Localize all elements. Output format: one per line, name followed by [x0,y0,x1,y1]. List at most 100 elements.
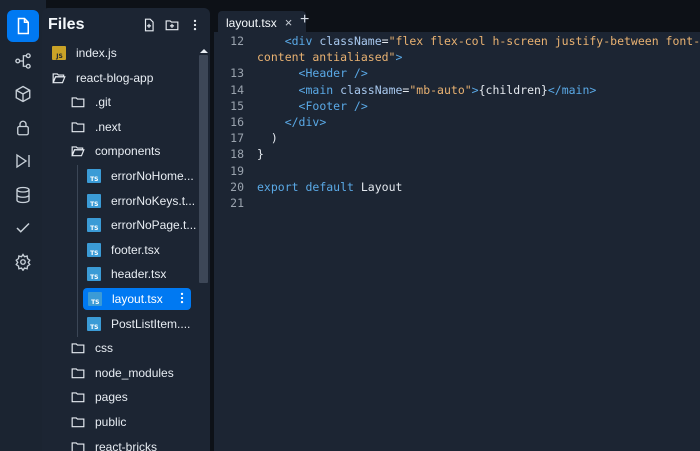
ts-file-icon: TS [87,218,101,233]
tree-indent-guide [77,165,78,338]
file-tree-item-label: css [95,341,113,356]
svg-text:TS: TS [90,274,98,281]
item-more-options-icon[interactable] [175,291,189,308]
code-line[interactable]: export default Layout [257,180,402,194]
ts-file-icon: TS [87,267,101,282]
code-token: {children} [478,82,548,97]
folder-icon [71,390,85,404]
line-number: 20 [230,179,244,194]
package-cube-icon[interactable] [7,78,39,110]
files-icon[interactable] [7,10,39,42]
git-branch-icon[interactable] [7,45,39,77]
folder-icon [71,440,85,451]
file-tree-item-label: index.js [76,46,117,60]
svg-text:TS: TS [90,176,98,183]
file-tree-item-label: node_modules [95,365,174,380]
close-tab-icon[interactable]: × [285,15,293,30]
new-file-icon[interactable] [141,17,157,33]
database-icon[interactable] [7,179,39,211]
file-tree-item[interactable]: TS errorNoPage.t... [42,214,204,236]
file-tree-item[interactable]: TS errorNoKeys.t... [42,190,204,212]
svg-text:TS: TS [90,225,98,232]
file-tree-item[interactable]: public [42,411,204,433]
file-tree-item-label: public [95,415,127,429]
files-scrollbar-thumb[interactable] [199,55,208,283]
activity-bar [0,0,46,451]
code-token: <div [284,34,313,48]
svg-text:TS: TS [90,250,98,257]
tab-layout-tsx[interactable]: layout.tsx × [218,11,306,34]
file-tree-item[interactable]: css [42,337,204,359]
folder-open-icon [71,144,85,158]
code-token: > [471,82,479,97]
ts-file-icon: TS [88,292,102,306]
file-tree-item[interactable]: TS footer.tsx [42,239,204,261]
ts-file-icon: TS [87,193,101,208]
code-token: className [319,34,382,48]
code-line[interactable]: ) [257,131,278,145]
file-tree-item[interactable]: JS index.js [42,42,204,64]
code-editor[interactable]: 12 <div className="flex flex-col h-scree… [214,32,700,451]
code-line[interactable]: <Footer /> [257,99,368,113]
file-tree-item-label: errorNoKeys.t... [111,193,196,208]
code-line[interactable]: content antialiased"> [257,50,402,64]
js-file-icon: JS [52,46,66,60]
scroll-up-arrow-icon[interactable] [200,42,208,53]
code-token: > [395,50,403,65]
line-number: 16 [230,115,244,129]
lock-icon[interactable] [7,112,39,144]
settings-gear-icon[interactable] [7,246,39,278]
code-token: <Footer /> [298,98,368,113]
new-tab-button[interactable]: + [300,12,314,28]
code-line[interactable]: <div className="flex flex-col h-screen j… [257,34,700,48]
code-token: "mb-auto" [409,82,472,97]
file-tree-item[interactable]: TS header.tsx [42,263,204,285]
folder-icon [71,120,85,134]
file-tree-item[interactable]: pages [42,386,204,408]
file-tree-item[interactable]: components [42,140,204,162]
code-token: className [340,82,403,97]
folder-open-icon [52,71,66,85]
file-tree-item[interactable]: react-bricks [42,436,204,451]
file-tree-item-label: header.tsx [111,267,167,282]
code-line[interactable]: </div> [257,115,327,129]
line-number: 15 [230,98,244,113]
folder-icon [71,415,85,429]
file-tree-item[interactable]: node_modules [42,362,204,384]
code-token: Layout [353,179,403,194]
code-line[interactable]: <Header /> [257,66,368,80]
code-token: export [257,179,299,194]
file-tree-item[interactable]: TS PostListItem.... [42,313,204,335]
code-line[interactable]: <main className="mb-auto">{children}</ma… [257,82,597,97]
more-options-icon[interactable] [187,17,203,33]
line-number: 12 [230,34,244,48]
file-tree-item[interactable]: TS layout.tsx [83,288,191,310]
checkmark-icon[interactable] [7,212,39,244]
file-tree-item[interactable]: .git [42,91,204,113]
file-tree-item-label: PostListItem.... [111,316,191,331]
line-number: 17 [230,131,244,146]
new-folder-icon[interactable] [164,17,180,33]
run-debug-icon[interactable] [7,145,39,177]
code-token: default [305,179,354,194]
svg-text:TS: TS [91,299,99,306]
ts-file-icon: TS [87,169,101,183]
files-header: Files [42,8,210,42]
file-tree-item-label: .git [95,95,112,110]
file-tree-item-label: react-bricks [95,439,158,451]
svg-text:JS: JS [55,53,63,60]
file-tree-item-label: footer.tsx [111,242,160,257]
code-token: "flex flex-col h-screen justify-between … [388,34,700,48]
file-tree-item-label: react-blog-app [76,70,154,85]
line-number: 21 [230,196,244,210]
ts-file-icon: TS [87,316,101,331]
folder-icon [71,366,85,380]
code-line[interactable]: } [257,147,264,161]
file-tree-item[interactable]: .next [42,116,204,138]
file-tree-item[interactable]: react-blog-app [42,67,204,89]
file-tree-item[interactable]: TS errorNoHome... [42,165,204,187]
